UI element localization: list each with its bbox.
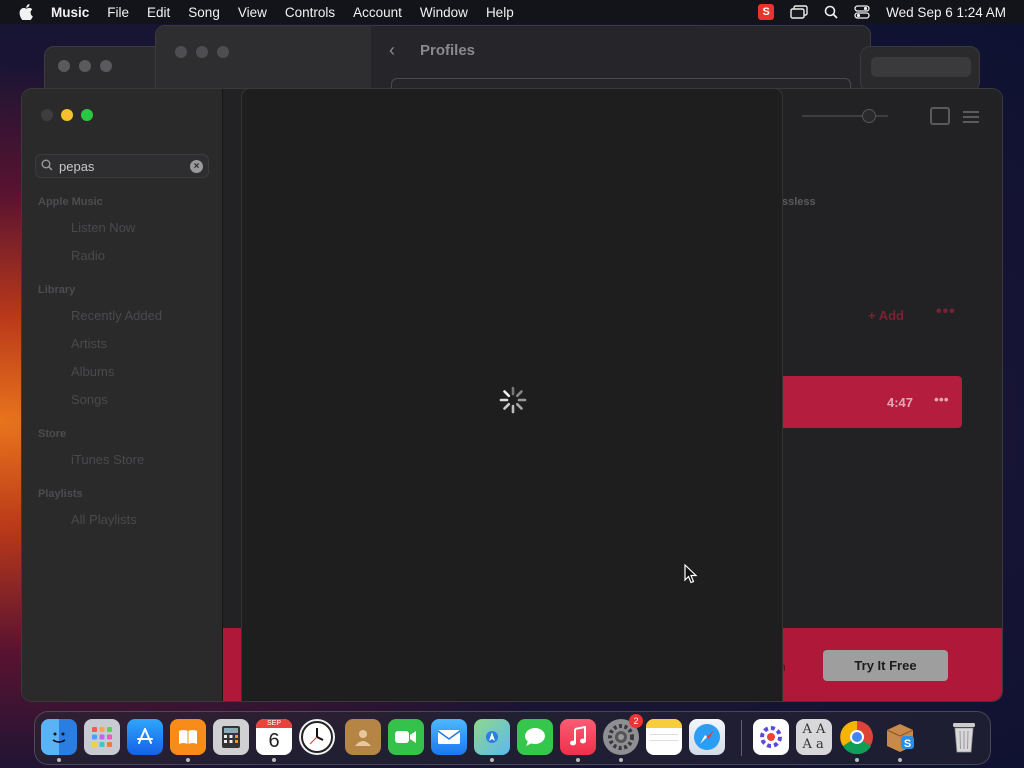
clear-search-icon[interactable]: ×: [190, 159, 203, 173]
more-options-icon[interactable]: •••: [936, 303, 956, 321]
window-switcher-icon[interactable]: [790, 5, 808, 19]
calendar-icon[interactable]: SEP 6: [256, 719, 292, 755]
sidebar-item-radio[interactable]: Radio: [71, 248, 105, 263]
minimize-button[interactable]: [61, 109, 73, 121]
apple-menu-icon[interactable]: [10, 4, 42, 20]
mail-icon[interactable]: [431, 719, 467, 755]
song-more-icon[interactable]: •••: [934, 391, 949, 407]
add-button[interactable]: + Add: [868, 308, 904, 323]
menu-file[interactable]: File: [98, 5, 138, 20]
menu-song[interactable]: Song: [179, 5, 229, 20]
sidebar-item-itunes-store[interactable]: iTunes Store: [71, 452, 144, 467]
s5-status-icon[interactable]: S: [758, 4, 775, 20]
menu-view[interactable]: View: [229, 5, 276, 20]
svg-text:S: S: [904, 738, 911, 750]
sidebar-item-all-playlists[interactable]: All Playlists: [71, 512, 137, 527]
mouse-cursor-icon: [684, 564, 698, 584]
launchpad-icon[interactable]: [84, 719, 120, 755]
section-playlists: Playlists: [38, 488, 83, 500]
sidebar: pepas × Apple Music Listen Now Radio Lib…: [22, 89, 223, 701]
window-controls: [41, 109, 93, 121]
clock-icon[interactable]: [299, 719, 335, 755]
safari-icon[interactable]: [689, 719, 725, 755]
search-field[interactable]: pepas ×: [35, 154, 209, 178]
music-window: pepas × Apple Music Listen Now Radio Lib…: [22, 89, 1002, 701]
menu-edit[interactable]: Edit: [138, 5, 179, 20]
menu-clock[interactable]: Wed Sep 6 1:24 AM: [886, 5, 1006, 20]
zoom-button[interactable]: [81, 109, 93, 121]
books-icon[interactable]: [170, 719, 206, 755]
dictionary-icon[interactable]: A AA a: [796, 719, 832, 755]
loading-spinner-icon: [499, 386, 527, 414]
menu-account[interactable]: Account: [344, 5, 411, 20]
maps-icon[interactable]: [474, 719, 510, 755]
try-it-free-button[interactable]: Try It Free: [823, 650, 948, 681]
control-center-icon[interactable]: [854, 5, 870, 19]
menu-help[interactable]: Help: [477, 5, 523, 20]
calculator-icon[interactable]: [213, 719, 249, 755]
loading-sheet: [242, 89, 782, 701]
sidebar-item-songs[interactable]: Songs: [71, 392, 108, 407]
sidebar-item-albums[interactable]: Albums: [71, 364, 114, 379]
music-icon[interactable]: [560, 719, 596, 755]
calendar-month: SEP: [256, 719, 292, 728]
lyrics-icon[interactable]: [930, 107, 950, 125]
sidebar-item-recently-added[interactable]: Recently Added: [71, 308, 162, 323]
section-apple-music: Apple Music: [38, 196, 103, 208]
dock: SEP 6 2 A AA a S: [34, 711, 991, 765]
volume-knob[interactable]: [862, 109, 876, 123]
contacts-icon[interactable]: [345, 719, 381, 755]
sidebar-item-listen-now[interactable]: Listen Now: [71, 220, 135, 235]
package-app-icon[interactable]: S: [882, 719, 918, 755]
background-window-right: [860, 46, 980, 92]
section-store: Store: [38, 428, 67, 440]
search-icon: [41, 159, 59, 174]
calendar-day: 6: [268, 730, 280, 752]
messages-icon[interactable]: [517, 719, 553, 755]
song-duration: 4:47: [887, 395, 914, 410]
settings-badge: 2: [629, 714, 643, 728]
volume-slider[interactable]: [802, 109, 888, 123]
spotlight-search-icon[interactable]: [824, 5, 838, 19]
sidebar-item-artists[interactable]: Artists: [71, 336, 107, 351]
menu-window[interactable]: Window: [411, 5, 477, 20]
back-chevron-icon[interactable]: ‹: [389, 40, 395, 61]
menu-app-name[interactable]: Music: [42, 5, 98, 20]
menu-controls[interactable]: Controls: [276, 5, 344, 20]
notes-icon[interactable]: [646, 719, 682, 755]
section-library: Library: [38, 284, 76, 296]
lossless-label: ssless: [782, 196, 816, 208]
proxy-app-icon[interactable]: [753, 719, 789, 755]
profiles-title: Profiles: [420, 42, 476, 59]
finder-icon[interactable]: [41, 719, 77, 755]
queue-list-icon[interactable]: [963, 108, 979, 126]
facetime-icon[interactable]: [388, 719, 424, 755]
chrome-icon[interactable]: [839, 719, 875, 755]
search-input[interactable]: pepas: [59, 159, 190, 174]
background-profiles-window: ‹ Profiles: [155, 25, 871, 98]
menu-bar: Music File Edit Song View Controls Accou…: [0, 0, 1024, 24]
trash-icon[interactable]: [946, 719, 982, 755]
close-button[interactable]: [41, 109, 53, 121]
song-row[interactable]: 4:47 •••: [762, 376, 962, 428]
app-store-icon[interactable]: [127, 719, 163, 755]
dock-separator: [741, 720, 742, 756]
